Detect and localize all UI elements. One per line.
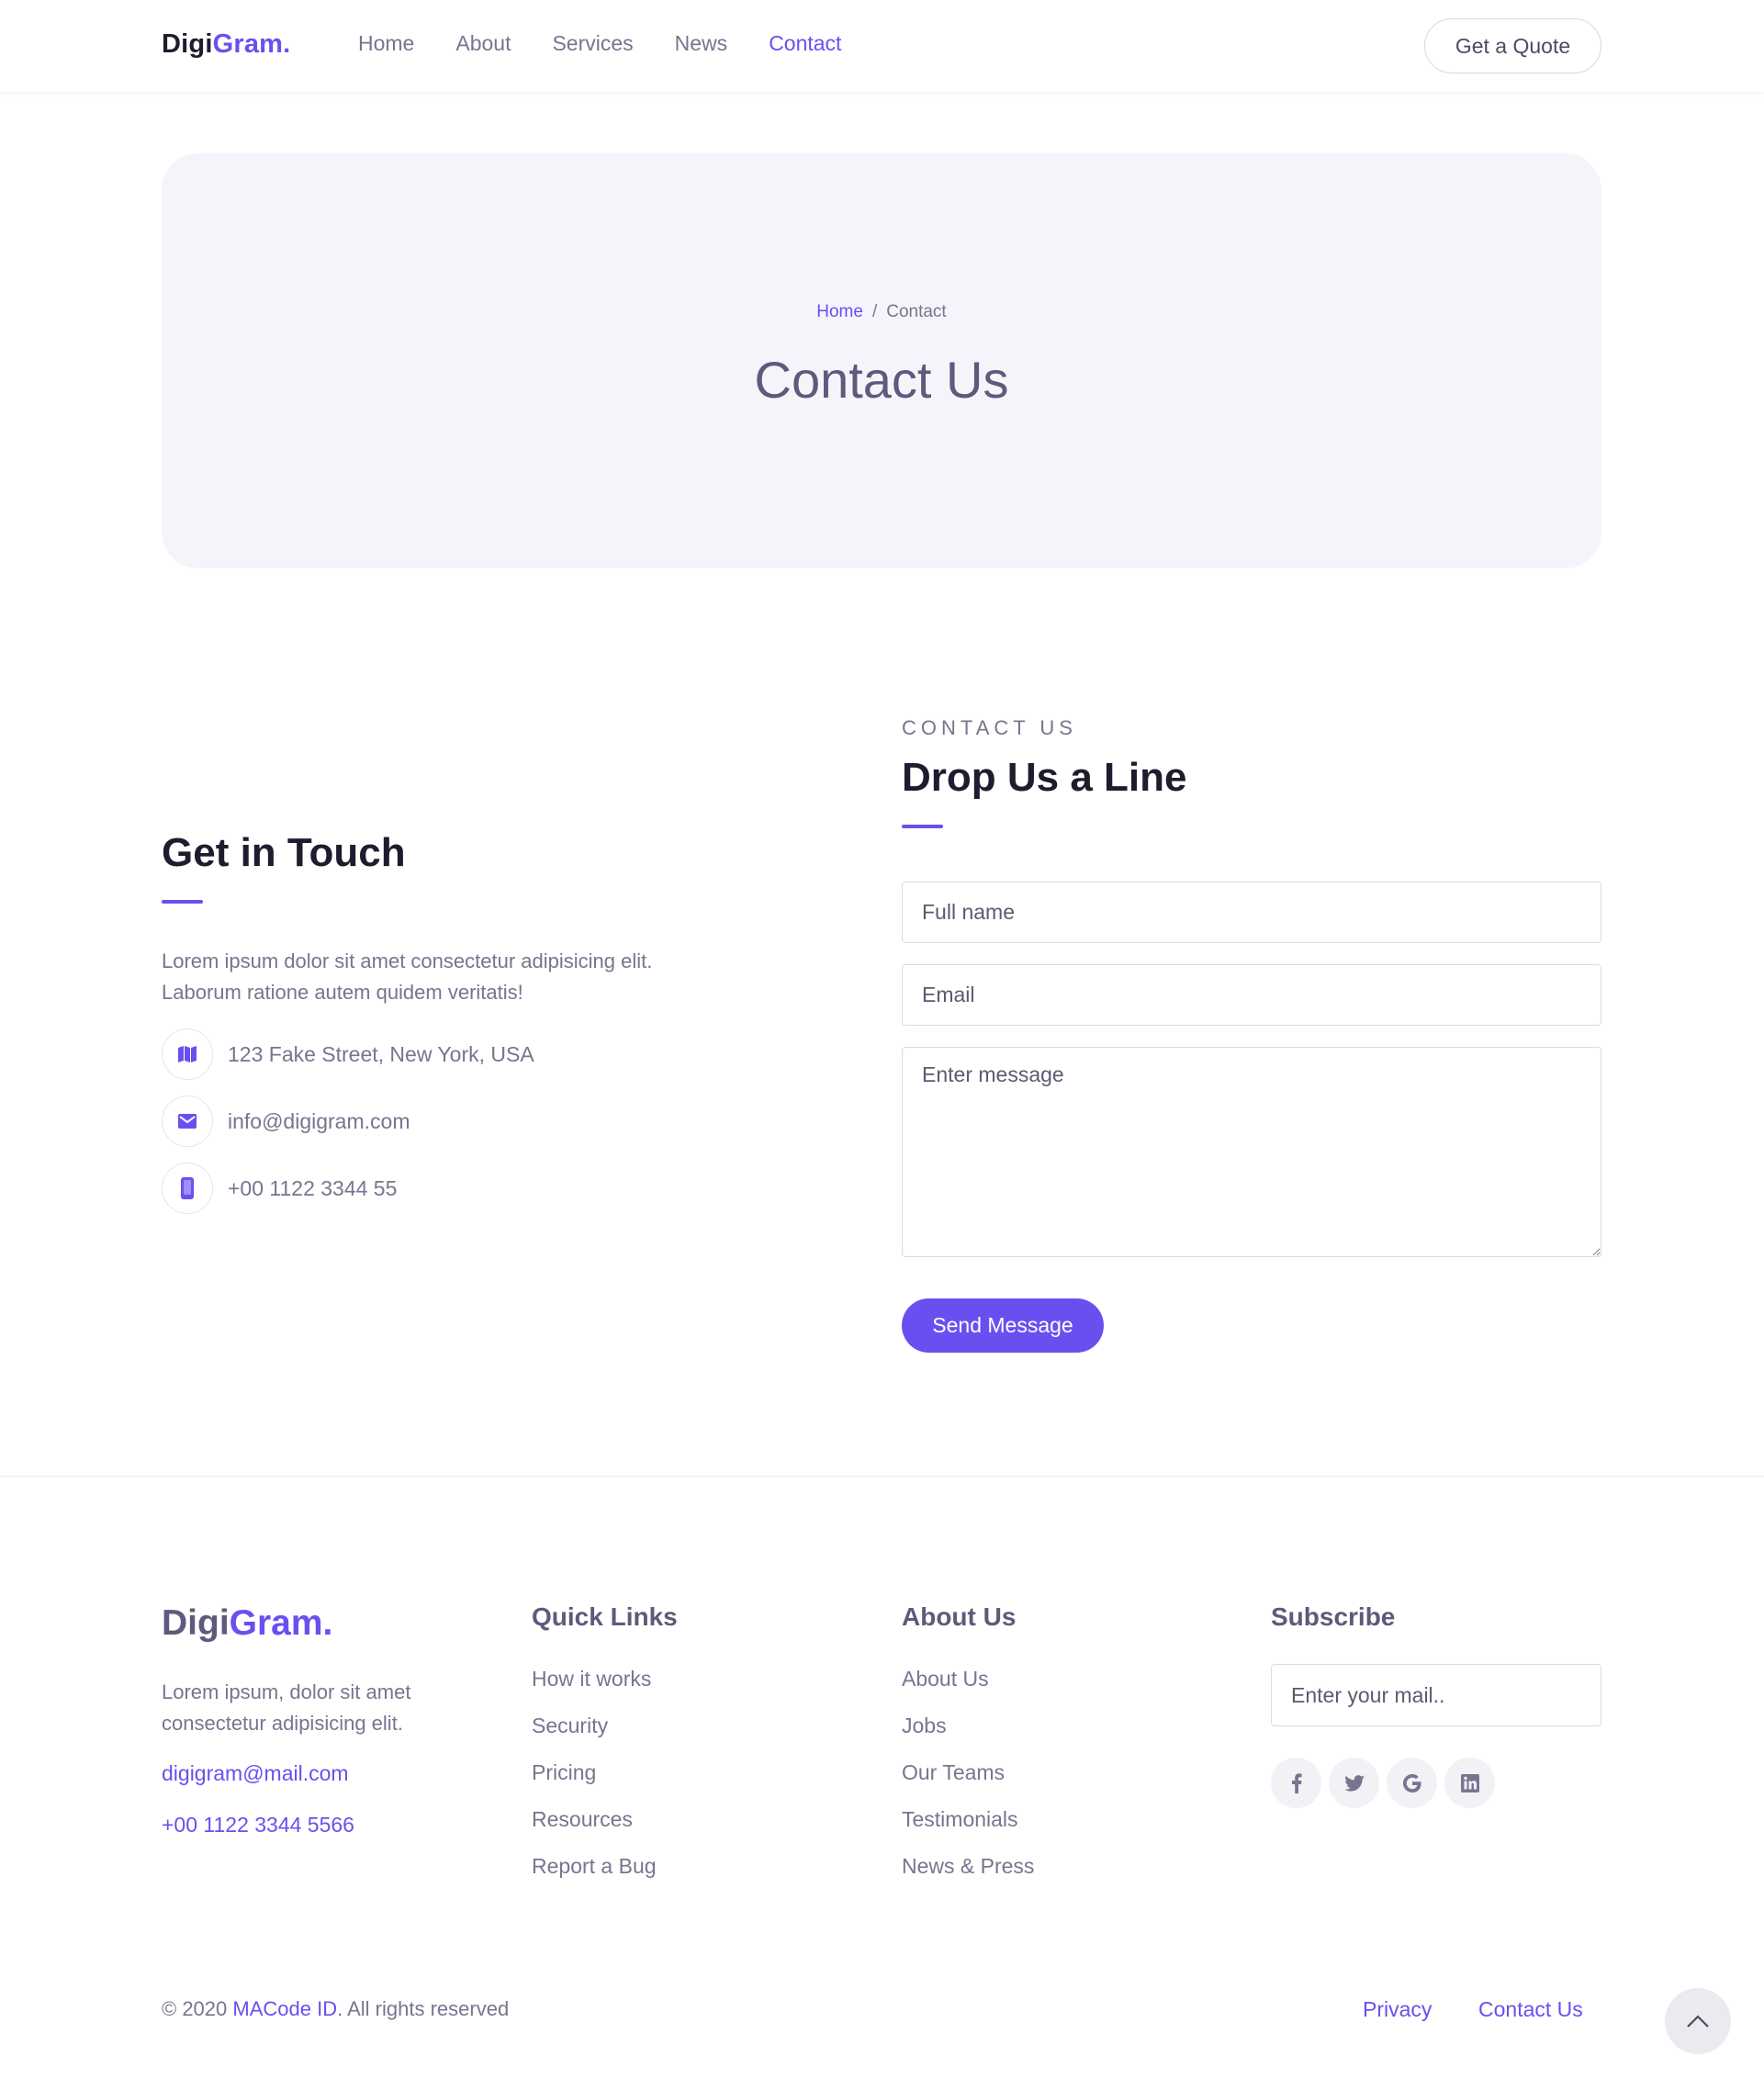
email-input[interactable] — [902, 964, 1601, 1026]
quick-link-how-it-works[interactable]: How it works — [532, 1667, 657, 1714]
copyright-suffix: . All rights reserved — [337, 1997, 510, 2020]
about-link-news-press[interactable]: News & Press — [902, 1854, 1034, 1901]
quick-link-pricing[interactable]: Pricing — [532, 1760, 657, 1807]
breadcrumb-home[interactable]: Home — [816, 302, 863, 321]
title-underline — [162, 900, 203, 904]
about-link-jobs[interactable]: Jobs — [902, 1714, 1034, 1760]
full-name-input[interactable] — [902, 882, 1601, 943]
message-textarea[interactable] — [902, 1047, 1601, 1257]
nav-services[interactable]: Services — [552, 31, 633, 56]
footer-contact-link[interactable]: Contact Us — [1478, 1997, 1583, 2022]
about-link-testimonials[interactable]: Testimonials — [902, 1807, 1034, 1854]
about-links-list: About Us Jobs Our Teams Testimonials New… — [902, 1667, 1034, 1901]
twitter-icon[interactable] — [1329, 1758, 1379, 1808]
breadcrumb: Home / Contact — [162, 302, 1601, 322]
footer-description: Lorem ipsum, dolor sit amet consectetur … — [162, 1680, 411, 1735]
linkedin-icon[interactable] — [1444, 1758, 1495, 1808]
subscribe-title: Subscribe — [1271, 1602, 1396, 1631]
logo-main: Digi — [162, 29, 213, 59]
nav-news[interactable]: News — [675, 31, 728, 56]
phone-text[interactable]: +00 1122 3344 55 — [228, 1176, 397, 1201]
scroll-to-top-button[interactable] — [1665, 1988, 1731, 2054]
send-message-button[interactable]: Send Message — [902, 1298, 1104, 1353]
section-divider — [0, 1476, 1764, 1477]
form-title-underline — [902, 825, 943, 828]
quick-links-title: Quick Links — [532, 1602, 678, 1631]
copyright-brand-link[interactable]: MACode ID — [232, 1997, 337, 2020]
email-text[interactable]: info@digigram.com — [228, 1109, 410, 1134]
quick-link-security[interactable]: Security — [532, 1714, 657, 1760]
get-in-touch-text: Lorem ipsum dolor sit amet consectetur a… — [162, 950, 653, 1004]
get-in-touch-title: Get in Touch — [162, 830, 406, 875]
chevron-up-icon — [1687, 2015, 1709, 2028]
main-nav: Home About Services News Contact — [358, 31, 841, 56]
about-link-about-us[interactable]: About Us — [902, 1667, 1034, 1714]
footer-logo[interactable]: DigiGram. — [162, 1603, 332, 1644]
form-title: Drop Us a Line — [902, 755, 1187, 800]
mail-icon — [162, 1096, 213, 1147]
copyright-prefix: © 2020 — [162, 1997, 233, 2020]
page-title: Contact Us — [754, 351, 1009, 409]
footer-logo-accent: Gram. — [229, 1603, 333, 1643]
logo-accent: Gram. — [212, 29, 291, 59]
google-icon[interactable] — [1387, 1758, 1437, 1808]
quick-links-list: How it works Security Pricing Resources … — [532, 1667, 657, 1901]
address-text: 123 Fake Street, New York, USA — [228, 1041, 534, 1066]
footer-phone-link[interactable]: +00 1122 3344 5566 — [162, 1813, 354, 1837]
site-header: DigiGram. Home About Services News Conta… — [0, 0, 1764, 92]
subscribe-email-input[interactable] — [1271, 1664, 1601, 1726]
form-eyebrow: CONTACT US — [902, 716, 1077, 739]
breadcrumb-current: Contact — [886, 302, 947, 321]
map-icon — [162, 1028, 213, 1080]
copyright: © 2020 MACode ID. All rights reserved — [162, 1997, 509, 2021]
nav-home[interactable]: Home — [358, 31, 414, 56]
email-row: info@digigram.com — [162, 1096, 410, 1147]
footer-email-link[interactable]: digigram@mail.com — [162, 1761, 349, 1786]
header-logo[interactable]: DigiGram. — [162, 29, 290, 60]
about-link-our-teams[interactable]: Our Teams — [902, 1760, 1034, 1807]
address-row: 123 Fake Street, New York, USA — [162, 1028, 534, 1080]
footer-logo-main: Digi — [162, 1603, 230, 1643]
social-links — [1271, 1758, 1495, 1808]
get-quote-button[interactable]: Get a Quote — [1424, 18, 1601, 73]
breadcrumb-separator: / — [871, 302, 878, 321]
about-us-title: About Us — [902, 1602, 1017, 1631]
nav-contact[interactable]: Contact — [769, 31, 841, 56]
phone-row: +00 1122 3344 55 — [162, 1163, 397, 1214]
quick-link-report-bug[interactable]: Report a Bug — [532, 1854, 657, 1901]
facebook-icon[interactable] — [1271, 1758, 1321, 1808]
privacy-link[interactable]: Privacy — [1363, 1997, 1432, 2022]
page-hero: Home / Contact Contact Us — [162, 153, 1601, 568]
nav-about[interactable]: About — [455, 31, 511, 56]
phone-icon — [162, 1163, 213, 1214]
quick-link-resources[interactable]: Resources — [532, 1807, 657, 1854]
